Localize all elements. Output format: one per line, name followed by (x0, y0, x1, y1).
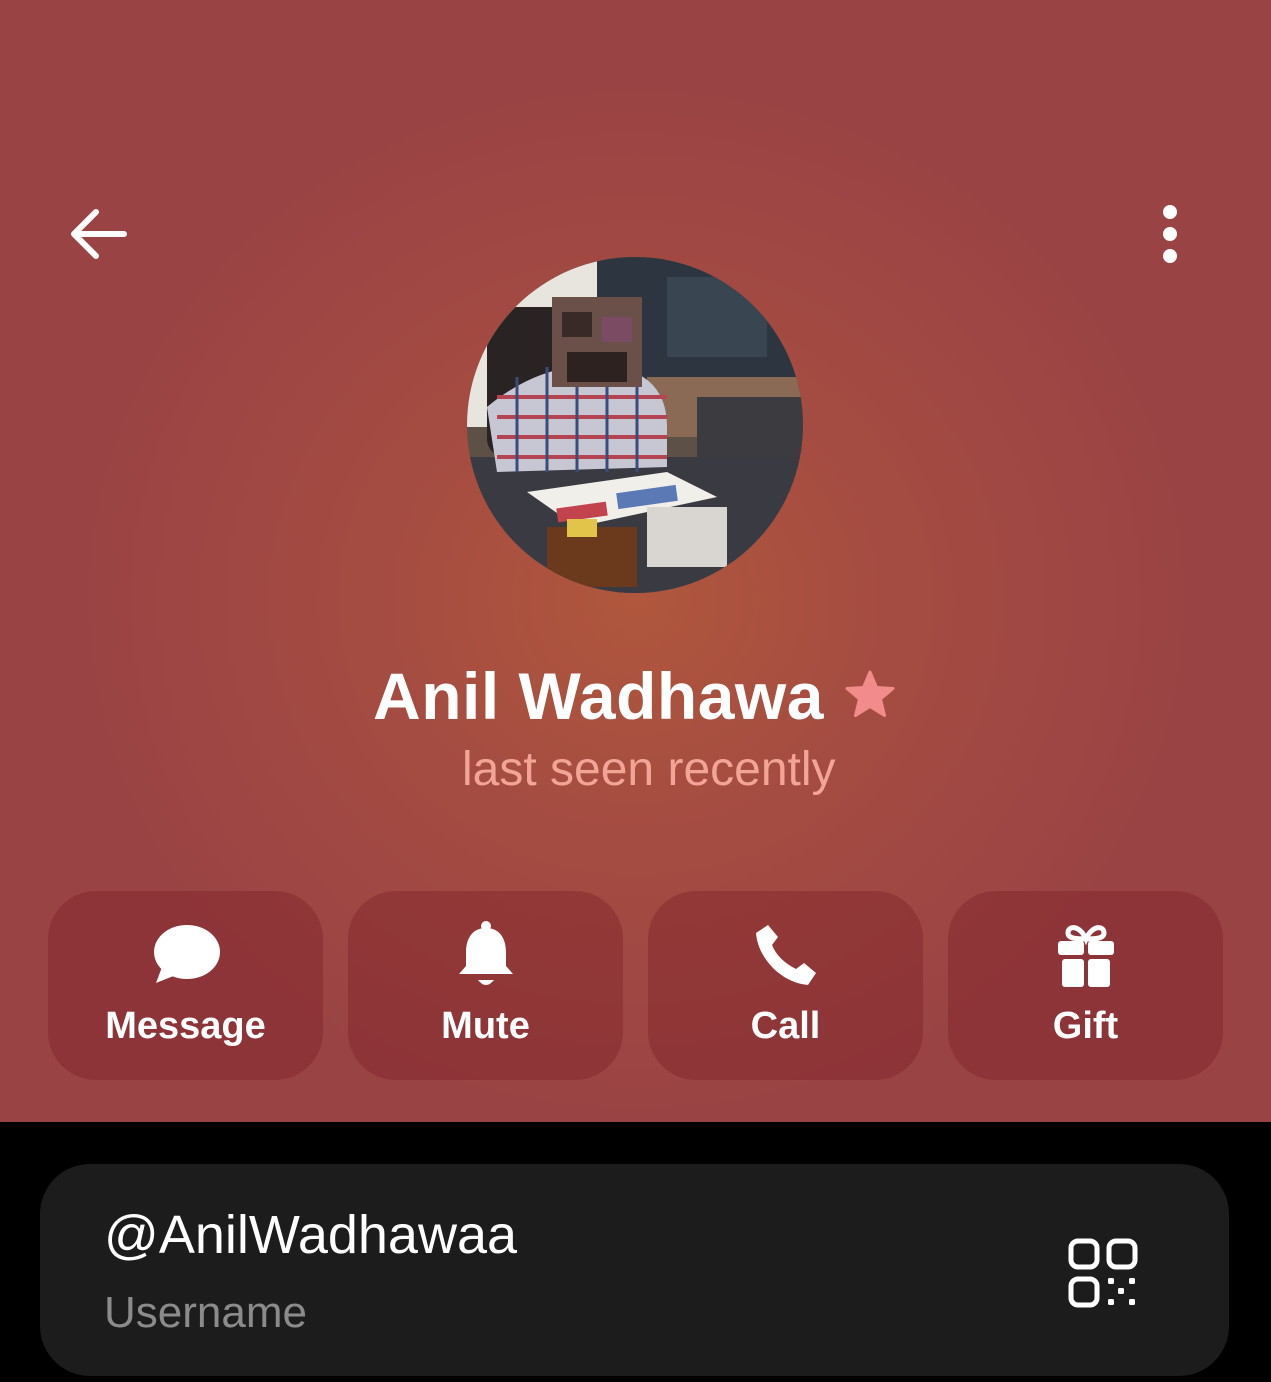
phone-icon (755, 925, 816, 985)
profile-header: Anil Wadhawa last seen recently Message (0, 0, 1271, 1122)
profile-name: Anil Wadhawa (373, 659, 824, 733)
action-buttons: Message Mute Call Gift (48, 891, 1223, 1080)
info-card[interactable]: @AnilWadhawaa Username (40, 1164, 1229, 1376)
more-vertical-icon (1163, 205, 1177, 263)
mute-label: Mute (441, 1005, 530, 1047)
qr-code-button[interactable] (1058, 1228, 1148, 1318)
username-label: Username (104, 1288, 307, 1337)
gift-label: Gift (1052, 1005, 1119, 1047)
profile-avatar[interactable] (467, 257, 803, 593)
username-value[interactable]: @AnilWadhawaa (104, 1204, 517, 1266)
call-button[interactable]: Call (648, 891, 923, 1080)
gift-icon (1057, 925, 1114, 987)
bell-icon (458, 921, 513, 985)
mute-button[interactable]: Mute (348, 891, 623, 1080)
name-row: Anil Wadhawa (0, 656, 1271, 736)
message-button[interactable]: Message (48, 891, 323, 1080)
qr-code-icon (1068, 1238, 1138, 1308)
back-button[interactable] (58, 196, 138, 272)
star-icon[interactable] (842, 668, 898, 724)
message-label: Message (105, 1005, 266, 1047)
chat-bubble-icon (153, 925, 220, 983)
last-seen-status: last seen recently (462, 743, 836, 796)
gift-button[interactable]: Gift (948, 891, 1223, 1080)
call-label: Call (750, 1005, 821, 1047)
more-options-button[interactable] (1140, 196, 1200, 272)
avatar-photo (467, 257, 803, 593)
arrow-left-icon (71, 209, 127, 259)
